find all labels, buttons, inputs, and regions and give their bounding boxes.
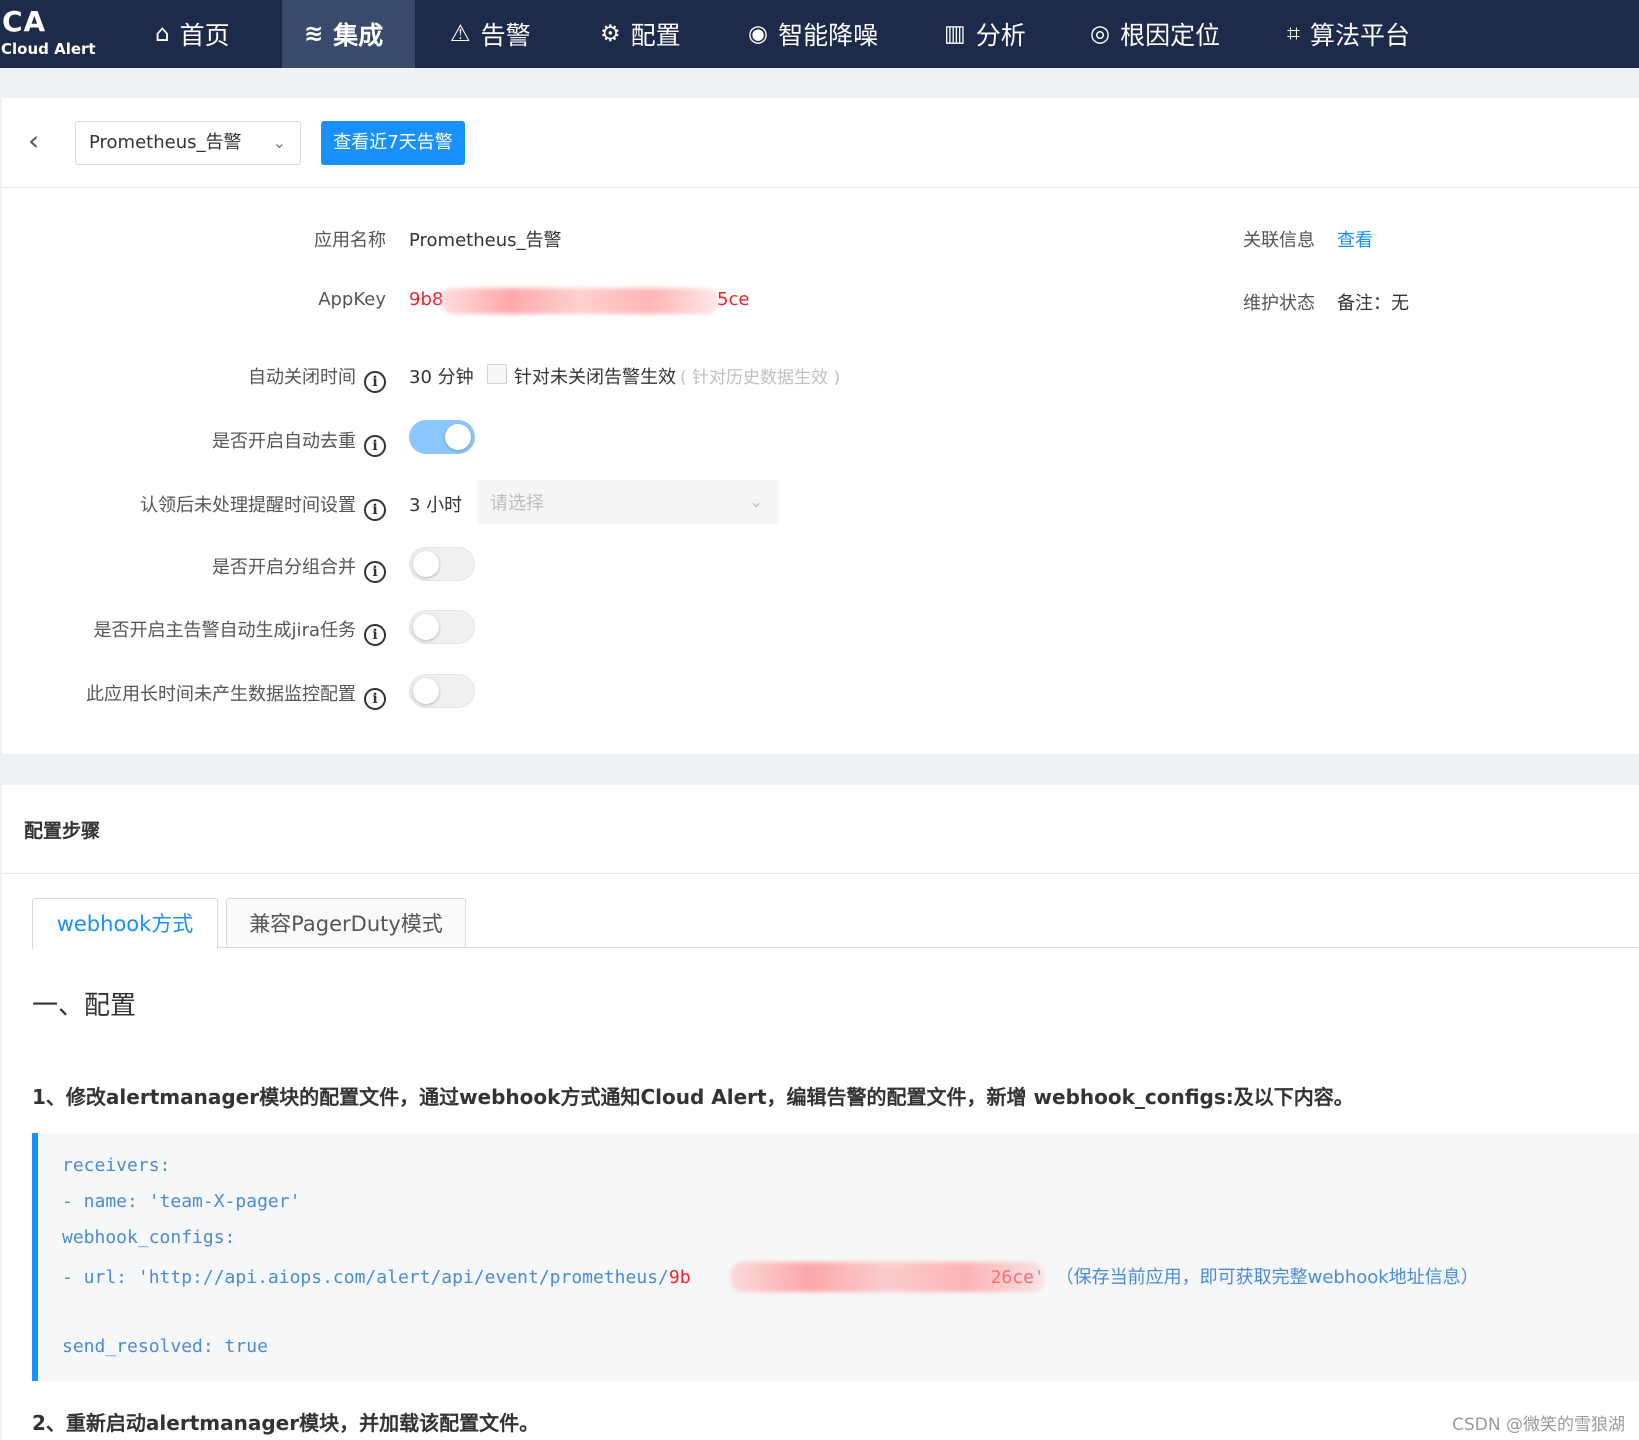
brand-logo[interactable]: CA Cloud Alert [0, 4, 110, 64]
auto-close-unclosed-checkbox[interactable] [487, 364, 507, 384]
toggle-knob [413, 678, 439, 704]
nav-item-analysis[interactable]: ▥ 分析 [944, 0, 1044, 68]
divider [2, 873, 1639, 874]
nav-item-algorithm-platform[interactable]: ⌗ 算法平台 [1287, 0, 1437, 68]
app-name-value: Prometheus_告警 [409, 230, 562, 251]
tab-webhook[interactable]: webhook方式 [32, 898, 218, 949]
related-info-label: 关联信息 [1243, 230, 1315, 251]
code-line: send_resolved: true [62, 1336, 268, 1357]
group-merge-label-row: 是否开启分组合并 i [100, 553, 386, 583]
config-steps-title: 配置步骤 [24, 820, 101, 842]
code-line: webhook_configs: [62, 1227, 236, 1248]
code-line: receivers: [62, 1155, 171, 1176]
nav-label: 配置 [630, 21, 681, 50]
ack-remind-label-row: 认领后未处理提醒时间设置 i [60, 491, 386, 521]
brand-name: Cloud Alert [1, 40, 96, 58]
ack-remind-select[interactable]: 请选择 ⌄ [477, 480, 779, 524]
nav-label: 根因定位 [1120, 21, 1221, 50]
info-icon[interactable]: i [364, 499, 386, 521]
dedup-label: 是否开启自动去重 [212, 431, 356, 452]
info-icon[interactable]: i [364, 624, 386, 646]
app-select-value: Prometheus_告警 [89, 132, 242, 153]
auto-close-checkbox-label: 针对未关闭告警生效 [514, 367, 676, 388]
home-icon: ⌂ [155, 20, 170, 47]
info-icon[interactable]: i [364, 688, 386, 710]
jira-label-row: 是否开启主告警自动生成jira任务 i [40, 616, 386, 646]
chevron-down-icon: ⌄ [272, 133, 286, 152]
jira-label: 是否开启主告警自动生成jira任务 [93, 620, 356, 641]
auto-close-checkbox-hint: ( 针对历史数据生效 ) [680, 368, 841, 388]
toggle-knob [445, 424, 471, 450]
step-2-text: 2、重新启动alertmanager模块，并加载该配置文件。 [32, 1411, 540, 1435]
url-prefix: - url: 'http://api.aiops.com/alert/api/e… [62, 1267, 669, 1288]
nav-label: 智能降噪 [778, 21, 879, 50]
maintenance-status-label: 维护状态 [1243, 293, 1315, 314]
url-key-redaction [730, 1262, 1045, 1292]
info-icon[interactable]: i [364, 371, 386, 393]
watermark: CSDN @微笑的雪狼湖 [1452, 1415, 1625, 1435]
step-1-text: 1、修改alertmanager模块的配置文件，通过webhook方式通知Clo… [32, 1085, 1354, 1109]
ack-remind-value: 3 小时 [409, 495, 463, 516]
top-nav-bar: CA Cloud Alert ⌂ 首页 ≋ 集成 ⚠ 告警 ⚙ 配置 ◉ 智能降… [0, 0, 1639, 68]
jira-toggle[interactable] [409, 610, 475, 644]
nav-label: 告警 [480, 21, 531, 50]
nav-label: 分析 [975, 21, 1026, 50]
auto-close-value: 30 分钟 [409, 367, 474, 388]
ack-remind-label: 认领后未处理提醒时间设置 [140, 495, 356, 516]
appkey-prefix: 9b8 [409, 289, 444, 310]
noise-icon: ◉ [748, 20, 769, 47]
section-heading: 一、配置 [32, 991, 137, 1021]
nav-item-alerts[interactable]: ⚠ 告警 [450, 0, 565, 68]
no-data-monitor-toggle[interactable] [409, 674, 475, 708]
group-merge-label: 是否开启分组合并 [212, 557, 356, 578]
toggle-knob [413, 551, 439, 577]
info-icon[interactable]: i [364, 561, 386, 583]
target-icon: ◎ [1090, 20, 1111, 47]
auto-close-label-row: 自动关闭时间 i [150, 363, 386, 393]
dedup-label-row: 是否开启自动去重 i [100, 427, 386, 457]
nav-item-root-cause[interactable]: ◎ 根因定位 [1090, 0, 1240, 68]
tab-pagerduty[interactable]: 兼容PagerDuty模式 [226, 898, 466, 948]
code-line: - name: 'team-X-pager' [62, 1191, 301, 1212]
algorithm-icon: ⌗ [1287, 20, 1300, 47]
tab-underline [218, 947, 1639, 948]
app-name-label: 应用名称 [314, 230, 386, 251]
toggle-knob [413, 614, 439, 640]
appkey-label: AppKey [318, 289, 386, 310]
app-detail-card [2, 98, 1639, 754]
nav-item-config[interactable]: ⚙ 配置 [600, 0, 715, 68]
back-arrow-icon[interactable]: ‹ [28, 124, 52, 158]
divider [2, 187, 1639, 188]
layers-icon: ≋ [304, 20, 324, 47]
appkey-redaction [440, 288, 720, 314]
chart-icon: ▥ [944, 20, 966, 47]
nav-item-noise-reduction[interactable]: ◉ 智能降噪 [748, 0, 898, 68]
dedup-toggle[interactable] [409, 420, 475, 454]
alarm-icon: ⚠ [450, 20, 471, 47]
app-select-dropdown[interactable]: Prometheus_告警 ⌄ [75, 121, 301, 165]
code-block [32, 1133, 1639, 1381]
chevron-down-icon: ⌄ [749, 492, 763, 511]
url-key-start: 9b [668, 1267, 691, 1288]
nav-label: 集成 [333, 21, 384, 50]
maintenance-status-value: 备注：无 [1337, 293, 1409, 314]
no-data-label-row: 此应用长时间未产生数据监控配置 i [40, 680, 386, 710]
group-merge-toggle[interactable] [409, 547, 475, 581]
nav-label: 首页 [179, 21, 230, 50]
gear-icon: ⚙ [600, 20, 621, 47]
appkey-suffix: 5ce [717, 289, 750, 310]
info-icon[interactable]: i [364, 435, 386, 457]
nav-item-integration[interactable]: ≋ 集成 [282, 0, 415, 68]
no-data-label: 此应用长时间未产生数据监控配置 [86, 684, 356, 705]
nav-label: 算法平台 [1309, 21, 1410, 50]
view-recent-alerts-button[interactable]: 查看近7天告警 [321, 121, 465, 165]
ack-remind-placeholder: 请选择 [490, 493, 544, 514]
logo-mark: CA [2, 5, 47, 38]
nav-item-home[interactable]: ⌂ 首页 [155, 0, 255, 68]
related-info-link[interactable]: 查看 [1337, 226, 1373, 252]
auto-close-label: 自动关闭时间 [248, 367, 356, 388]
url-note: （保存当前应用，即可获取完整webhook地址信息） [1055, 1267, 1479, 1288]
